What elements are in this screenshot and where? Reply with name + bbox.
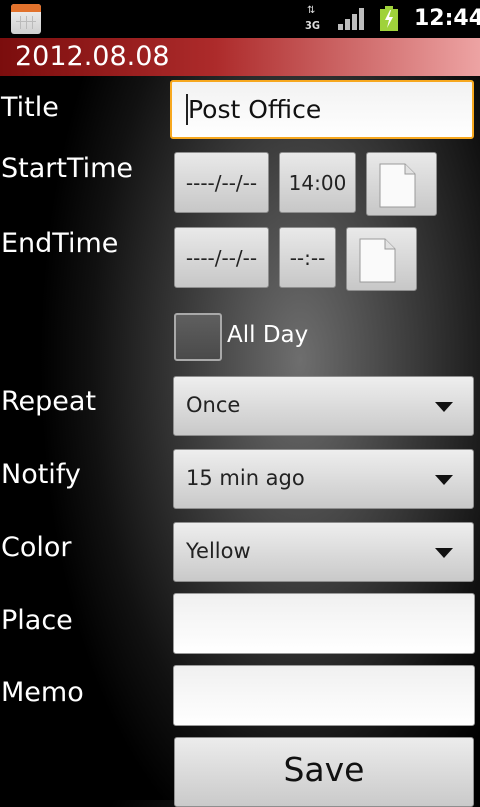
end-time-label: EndTime	[1, 228, 119, 259]
network-type: 3G	[305, 19, 321, 32]
start-time-note-button[interactable]	[366, 152, 437, 216]
signal-strength-icon	[338, 8, 364, 30]
place-label: Place	[1, 605, 73, 636]
place-input[interactable]	[173, 593, 475, 654]
note-icon	[379, 163, 416, 208]
end-time-button[interactable]: --:--	[279, 227, 336, 288]
page-title: 2012.08.08	[15, 41, 170, 72]
start-time-value: 14:00	[288, 170, 347, 195]
color-dropdown[interactable]: Yellow	[173, 522, 474, 582]
end-time-value: --:--	[289, 245, 326, 270]
note-icon	[359, 238, 396, 283]
dropdown-arrow-icon	[435, 402, 453, 412]
calendar-icon	[11, 4, 41, 34]
memo-input[interactable]	[173, 665, 475, 726]
notify-dropdown[interactable]: 15 min ago	[173, 449, 474, 509]
text-caret	[186, 94, 188, 125]
all-day-checkbox[interactable]	[174, 313, 222, 361]
notify-label: Notify	[1, 459, 81, 490]
start-time-label: StartTime	[1, 153, 134, 184]
title-input[interactable]: Post Office	[170, 80, 474, 139]
start-date-value: ----/--/--	[185, 170, 258, 195]
battery-charging-icon	[379, 6, 399, 31]
save-button-label: Save	[283, 750, 365, 789]
dropdown-arrow-icon	[435, 548, 453, 558]
status-bar: ⇅ 3G 12:44	[0, 0, 480, 38]
all-day-label: All Day	[227, 322, 309, 348]
memo-label: Memo	[1, 677, 84, 708]
color-label: Color	[1, 532, 72, 563]
notify-value: 15 min ago	[186, 466, 305, 490]
title-input-value: Post Office	[188, 95, 322, 124]
dropdown-arrow-icon	[435, 475, 453, 485]
repeat-label: Repeat	[1, 386, 97, 417]
3g-data-icon: ⇅ 3G	[305, 5, 321, 33]
title-bar: 2012.08.08	[0, 38, 480, 76]
end-time-note-button[interactable]	[346, 227, 417, 291]
status-time: 12:44	[414, 6, 480, 31]
start-time-button[interactable]: 14:00	[279, 152, 356, 213]
repeat-dropdown[interactable]: Once	[173, 376, 474, 436]
end-date-button[interactable]: ----/--/--	[174, 227, 269, 288]
save-button[interactable]: Save	[174, 737, 474, 807]
title-label: Title	[1, 92, 59, 123]
start-date-button[interactable]: ----/--/--	[174, 152, 269, 213]
color-value: Yellow	[186, 539, 251, 563]
repeat-value: Once	[186, 393, 241, 417]
end-date-value: ----/--/--	[185, 245, 258, 270]
